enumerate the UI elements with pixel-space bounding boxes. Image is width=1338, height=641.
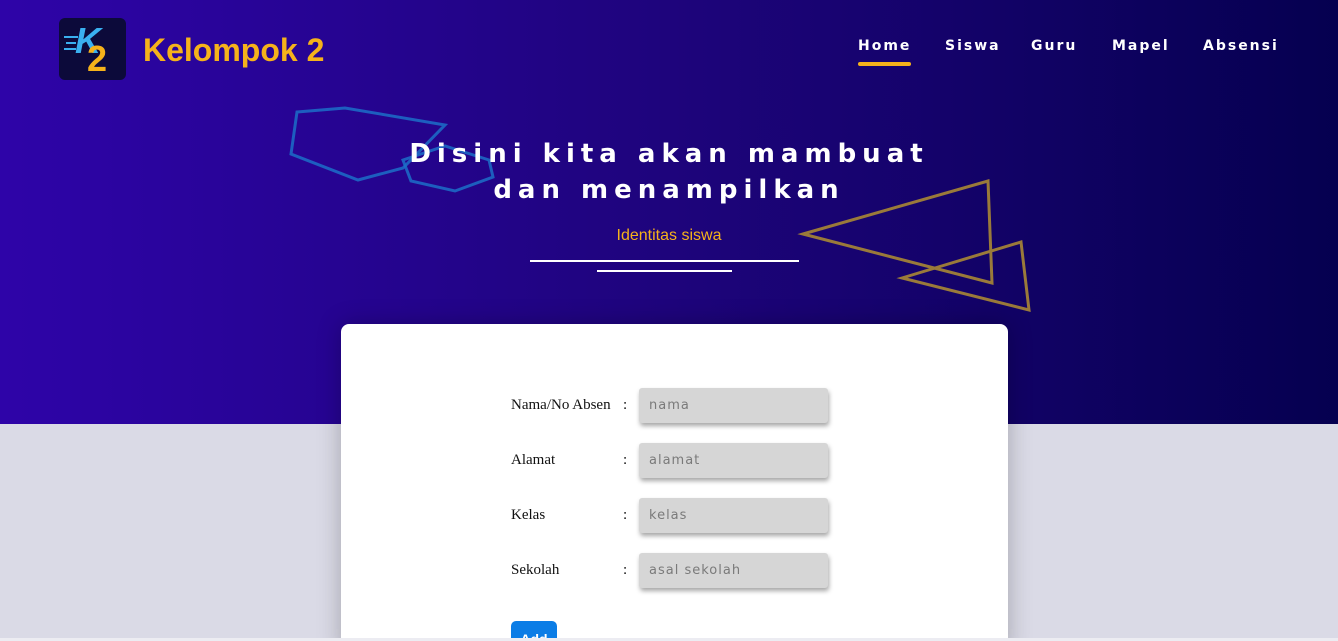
triangle-shape <box>896 240 1031 312</box>
nama-input[interactable] <box>639 388 828 423</box>
divider <box>597 270 732 272</box>
nav-absensi[interactable]: Absensi <box>1203 38 1279 54</box>
alamat-input[interactable] <box>639 443 828 478</box>
field-separator: : <box>623 562 628 578</box>
sekolah-input[interactable] <box>639 553 828 588</box>
nav-mapel[interactable]: Mapel <box>1112 38 1170 54</box>
field-label: Sekolah <box>511 562 560 578</box>
field-separator: : <box>623 452 628 468</box>
kelas-input[interactable] <box>639 498 828 533</box>
field-label: Kelas <box>511 507 546 523</box>
nav-home[interactable]: Home <box>858 38 912 66</box>
hero-subtitle: Identitas siswa <box>616 227 722 244</box>
nav-siswa[interactable]: Siswa <box>945 38 1001 54</box>
headline-line-1: Disini kita akan mambuat <box>409 139 929 169</box>
divider <box>530 260 799 262</box>
main-nav: Home Siswa Guru Mapel Absensi <box>0 38 1338 68</box>
field-label: Nama/No Absen <box>511 397 611 413</box>
headline-line-2: dan menampilkan <box>493 175 845 205</box>
nav-guru[interactable]: Guru <box>1031 38 1077 54</box>
field-label: Alamat <box>511 452 556 468</box>
hero-headline: Disini kita akan mambuat dan menampilkan <box>0 136 1338 208</box>
form-card: Nama/No Absen : Alamat : Kelas : Sekolah… <box>341 324 1008 641</box>
field-separator: : <box>623 397 628 413</box>
field-separator: : <box>623 507 628 523</box>
